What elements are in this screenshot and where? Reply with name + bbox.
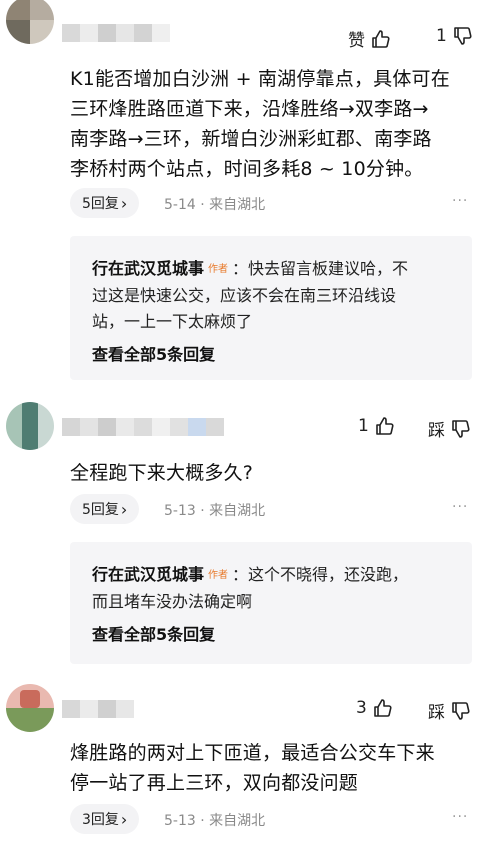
avatar[interactable] [6, 0, 54, 44]
meta-separator: · [200, 503, 205, 519]
dislike-button[interactable]: 踩 [428, 698, 471, 723]
like-label: 赞 [348, 31, 365, 51]
reply-text: 行在武汉觅城事 作者 ：快去留言板建议哈，不 [92, 256, 452, 283]
comment-date: 5-13 [164, 503, 196, 519]
comment-meta: 5-13 · 来自湖北 [164, 810, 265, 830]
view-all-replies-link[interactable]: 查看全部5条回复 [92, 621, 452, 645]
dislike-button[interactable]: 1 [436, 26, 473, 46]
like-button[interactable]: 赞 [348, 26, 391, 51]
thumb-down-icon [454, 27, 472, 45]
like-button[interactable]: 1 [358, 416, 395, 436]
reply-author[interactable]: 行在武汉觅城事 [92, 565, 204, 584]
reply-text: 行在武汉觅城事 作者 ：这个不晓得，还没跑， [92, 562, 452, 589]
comment-location: 来自湖北 [209, 813, 266, 829]
avatar[interactable] [6, 684, 54, 732]
reply-box[interactable]: 行在武汉觅城事 作者 ：这个不晓得，还没跑， 而且堵车没办法确定啊 查看全部5条回复 [70, 542, 472, 664]
dislike-label: 踩 [428, 703, 445, 723]
thumb-up-icon [374, 699, 392, 717]
like-count: 3 [356, 698, 367, 718]
thumb-up-icon [376, 417, 394, 435]
comment-line: 三环烽胜路匝道下来，沿烽胜络→双李路→ [70, 98, 429, 120]
avatar[interactable] [6, 402, 54, 450]
comment-text: 烽胜路的两对上下匝道，最适合公交车下来 停一站了再上三环，双向都没问题 [70, 738, 475, 798]
chevron-right-icon: › [120, 193, 128, 213]
dislike-label: 踩 [428, 421, 445, 441]
comment-line: 李桥村两个站点，时间多耗8 ~ 10分钟。 [70, 158, 424, 180]
comment-location: 来自湖北 [209, 503, 266, 519]
comment-meta: 5-13 · 来自湖北 [164, 500, 265, 520]
more-icon[interactable]: ··· [452, 499, 468, 515]
reply-count-button[interactable]: 5回复 › [70, 494, 140, 524]
comment-text: 全程跑下来大概多久? [70, 458, 475, 488]
comment-date: 5-13 [164, 813, 196, 829]
comment-line: K1能否增加白沙洲 + 南湖停靠点，具体可在 [70, 68, 450, 90]
username-blurred[interactable] [62, 24, 170, 42]
comment-text: K1能否增加白沙洲 + 南湖停靠点，具体可在 三环烽胜路匝道下来，沿烽胜络→双李… [70, 64, 475, 184]
comment-line: 停一站了再上三环，双向都没问题 [70, 772, 359, 794]
reply-count-label: 5回复 [82, 502, 119, 518]
reply-count-label: 3回复 [82, 812, 119, 828]
thumb-down-icon [452, 701, 470, 720]
reply-line: 过这是快速公交，应该不会在南三环沿线设 [92, 286, 397, 305]
reply-line: 而且堵车没办法确定啊 [92, 592, 253, 611]
comment-line: 烽胜路的两对上下匝道，最适合公交车下来 [70, 742, 435, 764]
reply-box[interactable]: 行在武汉觅城事 作者 ：快去留言板建议哈，不 过这是快速公交，应该不会在南三环沿线设… [70, 236, 472, 380]
view-all-replies-link[interactable]: 查看全部5条回复 [92, 341, 452, 365]
reply-line: 站，一上一下太麻烦了 [92, 312, 253, 331]
thumb-down-icon [452, 419, 470, 438]
reply-author[interactable]: 行在武汉觅城事 [92, 259, 204, 278]
like-count: 1 [358, 416, 369, 436]
dislike-button[interactable]: 踩 [428, 416, 471, 441]
reply-count-button[interactable]: 5回复 › [70, 188, 140, 218]
like-button[interactable]: 3 [356, 698, 393, 718]
reply-line: ：这个不晓得，还没跑， [232, 565, 409, 584]
dislike-count: 1 [436, 26, 447, 46]
comment-date: 5-14 [164, 197, 196, 213]
meta-separator: · [200, 197, 205, 213]
username-blurred[interactable] [62, 418, 224, 436]
author-badge: 作者 [208, 570, 229, 581]
chevron-right-icon: › [120, 809, 128, 829]
more-icon[interactable]: ··· [452, 809, 468, 825]
chevron-right-icon: › [120, 499, 128, 519]
reply-count-button[interactable]: 3回复 › [70, 804, 140, 834]
comment-location: 来自湖北 [209, 197, 266, 213]
author-badge: 作者 [208, 264, 229, 275]
meta-separator: · [200, 813, 205, 829]
username-blurred[interactable] [62, 700, 134, 718]
comment-line: 全程跑下来大概多久? [70, 462, 254, 484]
reply-line: ：快去留言板建议哈，不 [232, 259, 409, 278]
reply-count-label: 5回复 [82, 196, 119, 212]
thumb-up-icon [372, 29, 390, 48]
comment-meta: 5-14 · 来自湖北 [164, 194, 265, 214]
comment-line: 南李路→三环，新增白沙洲彩虹郡、南李路 [70, 128, 432, 150]
more-icon[interactable]: ··· [452, 193, 468, 209]
